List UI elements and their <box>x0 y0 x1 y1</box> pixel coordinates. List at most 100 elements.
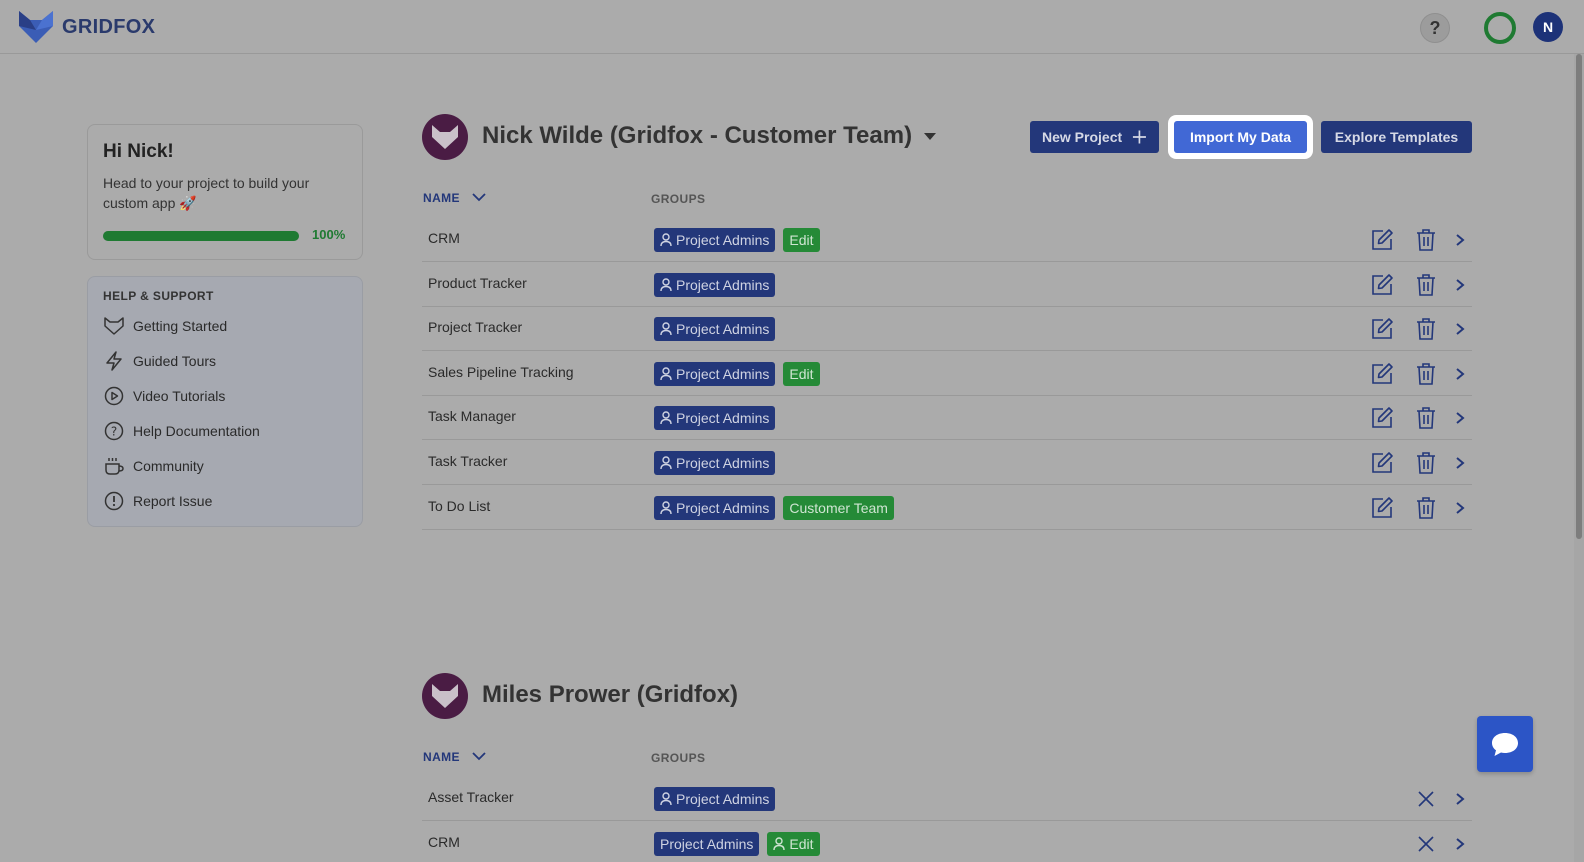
project-row[interactable]: Asset Tracker Project Admins <box>422 776 1472 821</box>
trash-icon[interactable] <box>1414 406 1438 430</box>
chevron-right-icon[interactable] <box>1454 787 1466 811</box>
scrollbar-thumb[interactable] <box>1576 54 1582 539</box>
import-my-data-button[interactable]: Import My Data <box>1174 121 1307 153</box>
welcome-subtitle: Head to your project to build your custo… <box>103 175 310 211</box>
chevron-right-icon[interactable] <box>1454 406 1466 430</box>
support-item-report-issue[interactable]: Report Issue <box>103 483 347 518</box>
chevron-right-icon[interactable] <box>1454 832 1466 856</box>
close-icon[interactable] <box>1414 787 1438 811</box>
support-item-community[interactable]: Community <box>103 448 347 483</box>
project-row[interactable]: Task Manager Project Admins <box>422 395 1472 441</box>
project-row[interactable]: Task Tracker Project Admins <box>422 440 1472 485</box>
group-chips: Project Admins <box>654 406 776 431</box>
project-row[interactable]: Product Tracker Project Admins <box>422 262 1472 307</box>
group-chips: Project Admins Edit <box>654 831 820 856</box>
support-item-label: Getting Started <box>133 317 228 334</box>
chevron-down-icon[interactable] <box>472 192 486 202</box>
chevron-right-icon[interactable] <box>1454 273 1466 297</box>
name-header-label: NAME <box>423 750 460 764</box>
plus-icon <box>1133 130 1147 144</box>
scrollbar[interactable] <box>1574 54 1584 862</box>
project-row[interactable]: CRM Project Admins Edit <box>422 217 1472 262</box>
team-dropdown-caret-icon[interactable] <box>924 133 937 141</box>
trash-icon[interactable] <box>1414 273 1438 297</box>
new-project-button[interactable]: New Project <box>1030 121 1159 153</box>
gridfox-logo[interactable]: GRIDFOX <box>18 10 155 44</box>
row-actions <box>1350 317 1466 341</box>
chat-button[interactable] <box>1477 716 1533 772</box>
trash-icon[interactable] <box>1414 496 1438 520</box>
chevron-right-icon[interactable] <box>1454 228 1466 252</box>
edit-icon[interactable] <box>1370 273 1394 297</box>
group-chip-label: Project Admins <box>676 455 770 471</box>
user-avatar[interactable]: N <box>1533 12 1563 42</box>
chat-bubble-icon <box>1492 733 1518 756</box>
trash-icon[interactable] <box>1414 451 1438 475</box>
exclamation-circle-icon <box>103 490 125 512</box>
row-actions <box>1350 496 1466 520</box>
close-icon[interactable] <box>1414 832 1438 856</box>
team-name[interactable]: Nick Wilde (Gridfox - Customer Team) <box>482 122 937 150</box>
project-name[interactable]: CRM <box>428 230 460 246</box>
chevron-right-icon[interactable] <box>1454 362 1466 386</box>
project-name[interactable]: Task Tracker <box>428 453 507 469</box>
project-name[interactable]: Project Tracker <box>428 319 522 335</box>
group-chip: Edit <box>767 831 820 856</box>
project-row[interactable]: To Do List Project Admins Customer Team <box>422 485 1472 530</box>
help-button[interactable]: ? <box>1420 13 1450 43</box>
svg-text:?: ? <box>111 424 117 438</box>
explore-templates-button[interactable]: Explore Templates <box>1321 121 1472 153</box>
row-actions <box>1350 362 1466 386</box>
project-row[interactable]: Sales Pipeline Tracking Project Admins Edi… <box>422 351 1472 396</box>
support-item-video-tutorials[interactable]: Video Tutorials <box>103 378 347 413</box>
group-chip: Project Admins <box>654 361 776 386</box>
edit-icon[interactable] <box>1370 317 1394 341</box>
trash-icon[interactable] <box>1414 317 1438 341</box>
project-name[interactable]: To Do List <box>428 498 490 514</box>
edit-icon[interactable] <box>1370 451 1394 475</box>
edit-icon[interactable] <box>1370 496 1394 520</box>
project-name[interactable]: Product Tracker <box>428 275 527 291</box>
onboarding-progress-ring[interactable] <box>1484 12 1516 44</box>
chevron-right-icon[interactable] <box>1454 496 1466 520</box>
group-chip-label: Edit <box>789 232 814 248</box>
project-row[interactable]: CRM Project Admins Edit <box>422 821 1472 862</box>
fox-logo-icon <box>19 11 53 43</box>
trash-icon[interactable] <box>1414 362 1438 386</box>
fox-icon <box>432 125 458 149</box>
support-item-label: Help Documentation <box>133 422 260 439</box>
support-item-label: Guided Tours <box>133 352 217 369</box>
group-chip: Customer Team <box>783 495 894 520</box>
project-name[interactable]: Asset Tracker <box>428 789 514 805</box>
support-item-getting-started[interactable]: Getting Started <box>103 308 347 343</box>
project-name[interactable]: Sales Pipeline Tracking <box>428 364 574 380</box>
row-actions <box>1350 228 1466 252</box>
project-name[interactable]: Task Manager <box>428 408 516 424</box>
chevron-down-icon[interactable] <box>472 751 486 761</box>
progress-fill <box>103 231 299 241</box>
fox-icon <box>432 684 458 708</box>
group-chip: Project Admins <box>654 451 776 475</box>
edit-icon[interactable] <box>1370 362 1394 386</box>
team-avatar <box>422 673 468 719</box>
trash-icon[interactable] <box>1414 228 1438 252</box>
chevron-right-icon[interactable] <box>1454 317 1466 341</box>
project-row[interactable]: Project Tracker Project Admins <box>422 306 1472 352</box>
name-column-header[interactable]: NAME <box>423 750 486 764</box>
chevron-right-icon[interactable] <box>1454 451 1466 475</box>
edit-icon[interactable] <box>1370 406 1394 430</box>
group-chip: Project Admins <box>654 406 776 431</box>
edit-icon[interactable] <box>1370 228 1394 252</box>
fox-icon <box>103 315 125 337</box>
coffee-cup-icon <box>103 455 125 477</box>
support-item-help-documentation[interactable]: ? Help Documentation <box>103 413 347 448</box>
group-chip: Project Admins <box>654 787 776 811</box>
group-chip: Project Admins <box>654 228 776 252</box>
project-name[interactable]: CRM <box>428 834 460 850</box>
support-item-guided-tours[interactable]: Guided Tours <box>103 343 347 378</box>
name-column-header[interactable]: NAME <box>423 191 486 205</box>
group-chips: Project Admins Edit <box>654 361 820 386</box>
row-actions <box>1350 273 1466 297</box>
support-item-label: Community <box>133 457 204 474</box>
group-chips: Project Admins Customer Team <box>654 495 894 520</box>
